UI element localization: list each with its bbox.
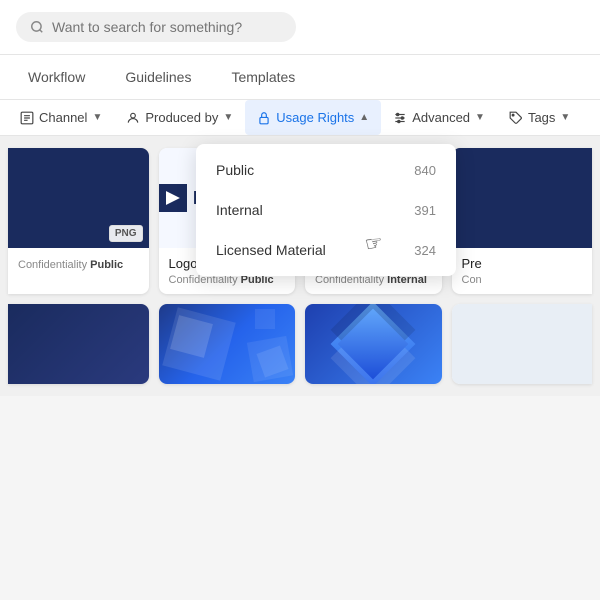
filter-produced-by[interactable]: Produced by ▼ <box>114 100 245 135</box>
thumb-diamond <box>305 304 442 384</box>
filter-tags[interactable]: Tags ▼ <box>497 100 582 135</box>
search-input[interactable] <box>52 19 282 35</box>
tab-workflow[interactable]: Workflow <box>8 55 105 99</box>
dropdown-item-public-label: Public <box>216 162 254 178</box>
tag-icon <box>509 111 523 125</box>
card-title: Pre <box>462 256 583 271</box>
filter-advanced[interactable]: Advanced ▼ <box>381 100 497 135</box>
card-item[interactable] <box>305 304 442 384</box>
tags-chevron: ▼ <box>560 112 570 123</box>
dropdown-item-internal[interactable]: Internal 391 <box>196 190 456 230</box>
channel-chevron: ▼ <box>92 112 102 123</box>
produced-by-label: Produced by <box>145 110 218 125</box>
dropdown-item-licensed-count: 324 <box>414 243 436 258</box>
sliders-icon <box>393 111 407 125</box>
card-thumbnail <box>305 304 442 384</box>
card-badge: PNG <box>109 225 143 242</box>
card-thumbnail <box>452 148 593 248</box>
dropdown-item-internal-label: Internal <box>216 202 263 218</box>
tab-guidelines[interactable]: Guidelines <box>105 55 211 99</box>
dropdown-item-public[interactable]: Public 840 <box>196 150 456 190</box>
dropdown-item-licensed[interactable]: Licensed Material 324 <box>196 230 456 270</box>
card-item[interactable]: Pre Con <box>452 148 593 294</box>
card-item[interactable] <box>8 304 149 384</box>
thumb-abstract <box>159 304 296 384</box>
card-thumbnail <box>8 304 149 384</box>
lock-icon <box>257 111 271 125</box>
search-bar <box>0 0 600 55</box>
usage-rights-dropdown: Public 840 Internal 391 Licensed Materia… <box>196 144 456 276</box>
card-item[interactable] <box>452 304 593 384</box>
card-thumbnail <box>452 304 593 384</box>
card-item[interactable]: PNG Confidentiality Public <box>8 148 149 294</box>
card-thumbnail <box>159 304 296 384</box>
advanced-chevron: ▼ <box>475 112 485 123</box>
filter-usage-rights[interactable]: Usage Rights ▲ <box>245 100 381 135</box>
filter-bar: Channel ▼ Produced by ▼ Usage Rights ▲ A… <box>0 100 600 136</box>
dropdown-item-internal-count: 391 <box>414 203 436 218</box>
tab-templates[interactable]: Templates <box>211 55 315 99</box>
usage-rights-chevron: ▲ <box>359 112 369 123</box>
card-info: Pre Con <box>452 248 593 294</box>
produced-by-chevron: ▼ <box>223 112 233 123</box>
channel-icon <box>20 111 34 125</box>
search-input-wrap[interactable] <box>16 12 296 42</box>
card-meta: Con <box>462 274 583 286</box>
logo-icon <box>159 184 187 212</box>
usage-rights-label: Usage Rights <box>276 110 354 125</box>
filter-channel[interactable]: Channel ▼ <box>8 100 114 135</box>
tags-label: Tags <box>528 110 555 125</box>
dropdown-item-licensed-label: Licensed Material <box>216 242 326 258</box>
search-icon <box>30 20 44 34</box>
card-item[interactable] <box>159 304 296 384</box>
channel-label: Channel <box>39 110 87 125</box>
card-info: Confidentiality Public <box>8 248 149 279</box>
card-meta: Confidentiality Public <box>18 259 139 271</box>
advanced-label: Advanced <box>412 110 470 125</box>
dropdown-item-public-count: 840 <box>414 163 436 178</box>
person-icon <box>126 111 140 125</box>
nav-tabs: Workflow Guidelines Templates <box>0 55 600 100</box>
card-thumbnail: PNG <box>8 148 149 248</box>
